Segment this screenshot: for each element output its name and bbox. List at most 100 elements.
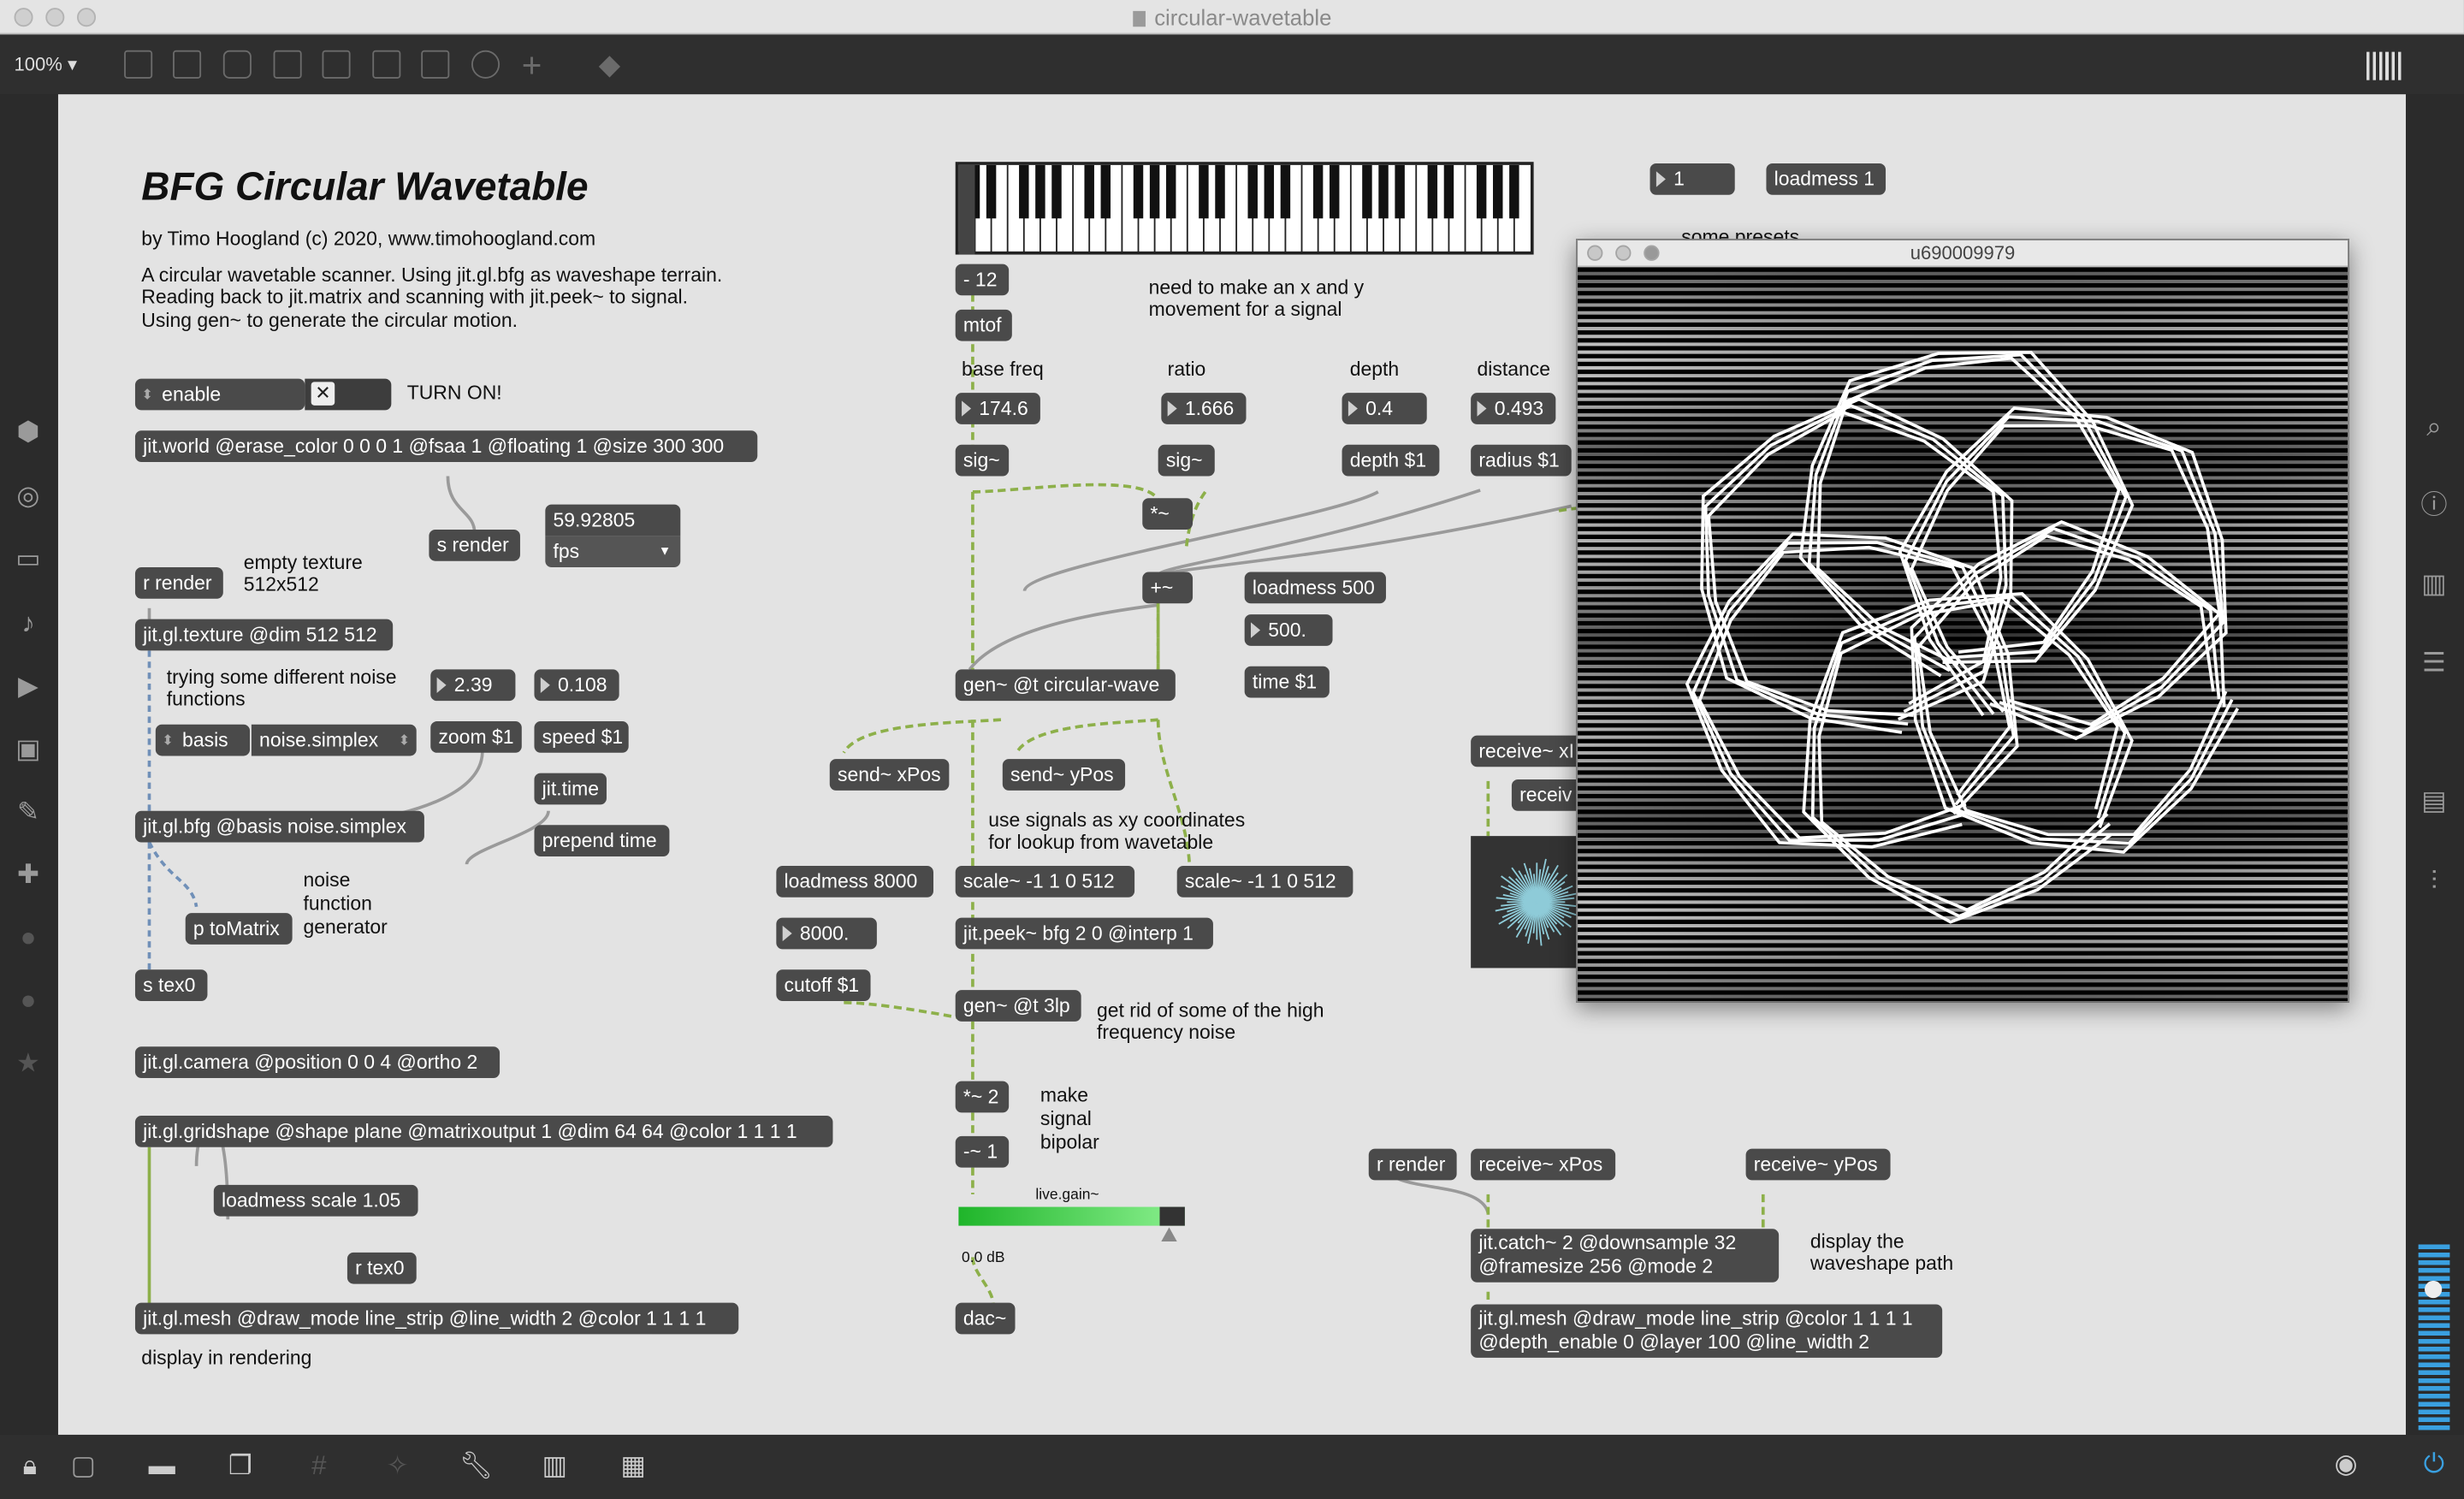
comment-icon[interactable] [222,50,252,79]
multiply-signal-object[interactable]: *~ [1142,498,1194,530]
p-tomatrix-object[interactable]: p toMatrix [185,913,293,945]
r-render-object-2[interactable]: r render [1368,1148,1457,1181]
enable-attrui[interactable]: ⬍ enable [134,378,305,411]
mtof-object[interactable]: mtof [955,309,1012,341]
transport-icon[interactable]: ◉ [2329,1449,2363,1478]
cutoff-message[interactable]: cutoff $1 [776,969,871,1001]
r-render-object[interactable]: r render [134,567,223,599]
loadmess-500-object[interactable]: loadmess 500 [1244,572,1386,604]
black-key[interactable] [1149,164,1160,219]
black-key[interactable] [1280,164,1291,219]
black-key[interactable] [1215,164,1225,219]
console-icon[interactable]: ☰ [2417,649,2451,678]
loadmess-scale-object[interactable]: loadmess scale 1.05 [213,1184,418,1217]
prepend-time-object[interactable]: prepend time [534,825,670,857]
beap-icon[interactable]: ● [11,986,45,1015]
wrench-icon[interactable]: 🔧︎ [459,1451,494,1480]
presentation-icon[interactable]: ▢ [66,1451,100,1480]
volume-knob[interactable] [2425,1280,2443,1299]
ratio-number[interactable]: 1.666 [1161,393,1247,424]
base-freq-number[interactable]: 174.6 [955,393,1040,424]
jit-gl-gridshape-object[interactable]: jit.gl.gridshape @shape plane @matrixout… [134,1116,833,1147]
number-icon[interactable] [372,50,401,79]
zoom-number[interactable]: 2.39 [430,669,516,702]
jit-peek-object[interactable]: jit.peek~ bfg 2 0 @interp 1 [955,917,1213,950]
add-signal-object[interactable]: +~ [1142,572,1194,604]
matrix-icon[interactable]: ▦ [616,1451,650,1480]
volume-meter[interactable] [2418,1241,2450,1431]
black-key[interactable] [1199,164,1209,219]
receive-xpos-object[interactable]: receive~ xPos [1471,1148,1616,1181]
paint-bucket-icon[interactable]: ◆ [599,49,620,82]
message-box-icon[interactable] [173,50,202,79]
preset-number[interactable]: 1 [1650,163,1735,195]
enable-toggle[interactable]: ✕ [305,378,392,411]
toggle-icon[interactable] [273,50,302,79]
distance-number[interactable]: 0.493 [1471,393,1556,424]
r-tex0-object[interactable]: r tex0 [346,1252,417,1284]
dial-icon[interactable] [471,50,500,79]
fps-number[interactable]: 59.92805 [545,504,681,536]
radius-message[interactable]: radius $1 [1471,444,1572,477]
black-key[interactable] [1247,164,1258,219]
jit-gl-texture-object[interactable]: jit.gl.texture @dim 512 512 [134,619,394,651]
depth-number[interactable]: 0.4 [1342,393,1427,424]
jit-time-object[interactable]: jit.time [534,773,607,805]
minus-1-object[interactable]: -~ 1 [955,1135,1010,1168]
paperclip-icon[interactable]: ✎ [11,797,45,827]
new-object-icon[interactable] [124,50,153,79]
time-message[interactable]: time $1 [1244,666,1330,698]
black-key[interactable] [1133,164,1144,219]
media-icon[interactable]: ▶ [11,672,45,701]
black-key[interactable] [1165,164,1176,219]
zoom-menu[interactable]: 100% ▾ [15,53,78,75]
grid-view-icon[interactable] [2366,51,2402,80]
live-gain-handle[interactable] [1159,1206,1185,1226]
jit-world-object[interactable]: jit.world @erase_color 0 0 0 1 @fsaa 1 @… [134,430,758,462]
reference-icon[interactable]: ▥ [2417,570,2451,599]
search-icon[interactable]: ⌕ [2417,412,2451,441]
black-key[interactable] [1051,164,1062,219]
s-render-object[interactable]: s render [429,529,520,561]
send-xpos-object[interactable]: send~ xPos [829,759,950,791]
comment-bubble-icon[interactable]: ▬ [145,1451,179,1480]
dac-object[interactable]: dac~ [955,1302,1016,1335]
black-key[interactable] [1476,164,1487,219]
scope-display[interactable] [1471,836,1584,969]
black-key[interactable] [1378,164,1389,219]
send-ypos-object[interactable]: send~ yPos [1002,759,1126,791]
vizzie-icon[interactable]: ● [11,923,45,952]
jit-gl-mesh-object[interactable]: jit.gl.mesh @draw_mode line_strip @line_… [134,1302,739,1335]
speed-message[interactable]: speed $1 [534,721,629,753]
scale-y-object[interactable]: scale~ -1 1 0 512 [1176,866,1353,898]
sig-object-2[interactable]: sig~ [1158,444,1215,477]
jit-gl-bfg-object[interactable]: jit.gl.bfg @basis noise.simplex [134,810,424,843]
jit-gl-mesh-object-2[interactable]: jit.gl.mesh @draw_mode line_strip @color… [1471,1304,1943,1358]
receive-ypos-object[interactable]: receive~ yPos [1745,1148,1891,1181]
snap-icon[interactable]: ✧ [380,1451,414,1480]
loadmess-1-object[interactable]: loadmess 1 [1766,163,1886,195]
image-icon[interactable]: ▣ [11,735,45,764]
black-key[interactable] [986,164,997,219]
fps-menu[interactable]: fps ▼ [545,536,681,568]
black-key[interactable] [1084,164,1094,219]
black-key[interactable] [1035,164,1045,219]
music-note-icon[interactable]: ♪ [11,609,45,638]
jit-gl-camera-object[interactable]: jit.gl.camera @position 0 0 4 @ortho 2 [134,1046,500,1078]
loadmess-8000-object[interactable]: loadmess 8000 [776,866,933,898]
black-key[interactable] [1395,164,1405,219]
black-key[interactable] [1312,164,1324,219]
mixer-icon[interactable]: ⫶ [2417,867,2451,896]
gen-circular-wave-object[interactable]: gen~ @t circular-wave [955,669,1176,702]
black-key[interactable] [1443,164,1454,219]
piano-icon[interactable]: ▥ [537,1451,572,1480]
layers-icon[interactable]: ❐ [223,1451,258,1480]
black-key[interactable] [1509,164,1519,219]
zoom-message[interactable]: zoom $1 [430,721,522,753]
times-2-object[interactable]: *~ 2 [955,1081,1010,1113]
s-tex0-object[interactable]: s tex0 [134,969,208,1001]
gen-3lp-object[interactable]: gen~ @t 3lp [955,990,1081,1022]
black-key[interactable] [1264,164,1275,219]
jit-catch-object[interactable]: jit.catch~ 2 @downsample 32 @framesize 25… [1471,1229,1780,1283]
black-key[interactable] [1329,164,1340,219]
